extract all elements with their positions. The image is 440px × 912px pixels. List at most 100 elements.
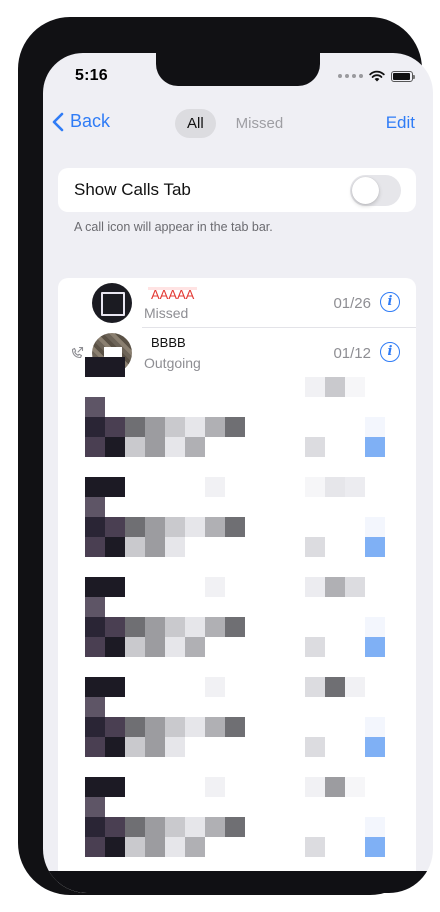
redacted-pixel — [145, 517, 165, 537]
redacted-pixel — [185, 837, 205, 857]
status-icons — [338, 70, 415, 82]
redacted-pixel — [85, 697, 105, 717]
redacted-pixel — [145, 717, 165, 737]
call-date: 01/12 — [333, 345, 371, 362]
redacted-pixel — [125, 737, 145, 757]
redacted-pixel — [185, 417, 205, 437]
show-calls-tab-row: Show Calls Tab — [58, 168, 416, 212]
redacted-pixel — [145, 837, 165, 857]
back-label: Back — [70, 111, 111, 131]
redacted-pixel — [325, 677, 345, 697]
redacted-pixel — [105, 537, 125, 557]
redacted-pixel — [85, 397, 105, 417]
switch-knob — [352, 177, 379, 204]
redacted-pixel — [145, 617, 165, 637]
redacted-pixel — [305, 577, 325, 597]
notch — [156, 53, 320, 86]
redacted-pixel — [225, 717, 245, 737]
redacted-pixel — [205, 817, 225, 837]
redacted-pixel — [85, 497, 105, 517]
redacted-pixel — [165, 617, 185, 637]
redacted-pixel — [105, 417, 125, 437]
redacted-pixel — [205, 777, 225, 797]
call-type: Missed — [144, 305, 189, 321]
redacted-pixel — [85, 577, 105, 597]
redacted-pixel — [85, 797, 105, 817]
redacted-pixel — [185, 637, 205, 657]
redacted-pixel — [365, 817, 385, 837]
redacted-pixel — [345, 777, 365, 797]
redacted-pixel — [165, 737, 185, 757]
redacted-pixel — [205, 417, 225, 437]
redacted-pixel — [125, 637, 145, 657]
redacted-pixel — [85, 837, 105, 857]
redacted-pixel — [145, 737, 165, 757]
redacted-pixel — [225, 817, 245, 837]
redacted-pixel — [165, 637, 185, 657]
tab-missed[interactable]: Missed — [224, 109, 296, 138]
redacted-pixel — [205, 717, 225, 737]
redacted-pixel — [325, 377, 345, 397]
edit-button[interactable]: Edit — [386, 113, 415, 133]
redacted-pixel — [105, 637, 125, 657]
redacted-pixel — [225, 517, 245, 537]
redacted-pixel — [125, 717, 145, 737]
redacted-pixel — [325, 577, 345, 597]
segmented-control: All Missed — [175, 109, 295, 138]
phone-frame: 5:16 Back All Missed Edit Show Calls Tab… — [18, 17, 433, 895]
redacted-pixel — [305, 777, 325, 797]
redacted-pixel — [85, 817, 105, 837]
redacted-pixel — [305, 537, 325, 557]
redacted-pixel — [185, 817, 205, 837]
redacted-pixel — [85, 737, 105, 757]
redacted-pixel — [125, 837, 145, 857]
redacted-pixel — [185, 717, 205, 737]
info-circle-icon[interactable]: i — [380, 342, 400, 362]
redacted-pixel — [305, 737, 325, 757]
redacted-pixel — [365, 637, 385, 657]
redacted-pixel — [365, 417, 385, 437]
redacted-pixel — [205, 617, 225, 637]
redacted-pixel — [85, 777, 105, 797]
redacted-pixel — [205, 517, 225, 537]
redacted-pixel — [345, 477, 365, 497]
show-calls-tab-switch[interactable] — [350, 175, 401, 206]
redacted-pixel — [165, 517, 185, 537]
redacted-pixel — [305, 637, 325, 657]
redacted-pixel — [325, 477, 345, 497]
screen: 5:16 Back All Missed Edit Show Calls Tab… — [43, 53, 433, 893]
redacted-pixel — [105, 357, 125, 377]
redacted-pixel — [305, 477, 325, 497]
redacted-pixel — [365, 437, 385, 457]
redacted-pixel — [365, 737, 385, 757]
tab-all[interactable]: All — [175, 109, 216, 138]
info-circle-icon[interactable]: i — [380, 292, 400, 312]
redacted-pixel — [125, 517, 145, 537]
redacted-pixel — [305, 437, 325, 457]
battery-icon — [391, 70, 415, 82]
signal-icon — [338, 74, 363, 78]
redacted-pixel — [105, 777, 125, 797]
toggle-label: Show Calls Tab — [74, 180, 191, 199]
redacted-pixel — [145, 817, 165, 837]
redacted-pixel — [165, 417, 185, 437]
redacted-pixel — [85, 717, 105, 737]
redacted-pixel — [125, 437, 145, 457]
call-type: Outgoing — [144, 355, 201, 371]
back-button[interactable]: Back — [52, 111, 110, 132]
redacted-pixel — [365, 537, 385, 557]
redacted-pixel — [305, 837, 325, 857]
redacted-pixel — [105, 677, 125, 697]
redacted-pixel — [345, 377, 365, 397]
redacted-pixel — [185, 517, 205, 537]
redacted-pixel — [125, 537, 145, 557]
redacted-pixel — [205, 677, 225, 697]
redacted-pixel — [165, 537, 185, 557]
wifi-icon — [369, 70, 385, 82]
redacted-call-list — [55, 357, 425, 887]
redacted-pixel — [85, 677, 105, 697]
call-row[interactable]: AAAAA Missed 01/26 i — [58, 278, 416, 328]
redacted-pixel — [125, 817, 145, 837]
avatar — [92, 283, 132, 323]
redacted-pixel — [185, 437, 205, 457]
